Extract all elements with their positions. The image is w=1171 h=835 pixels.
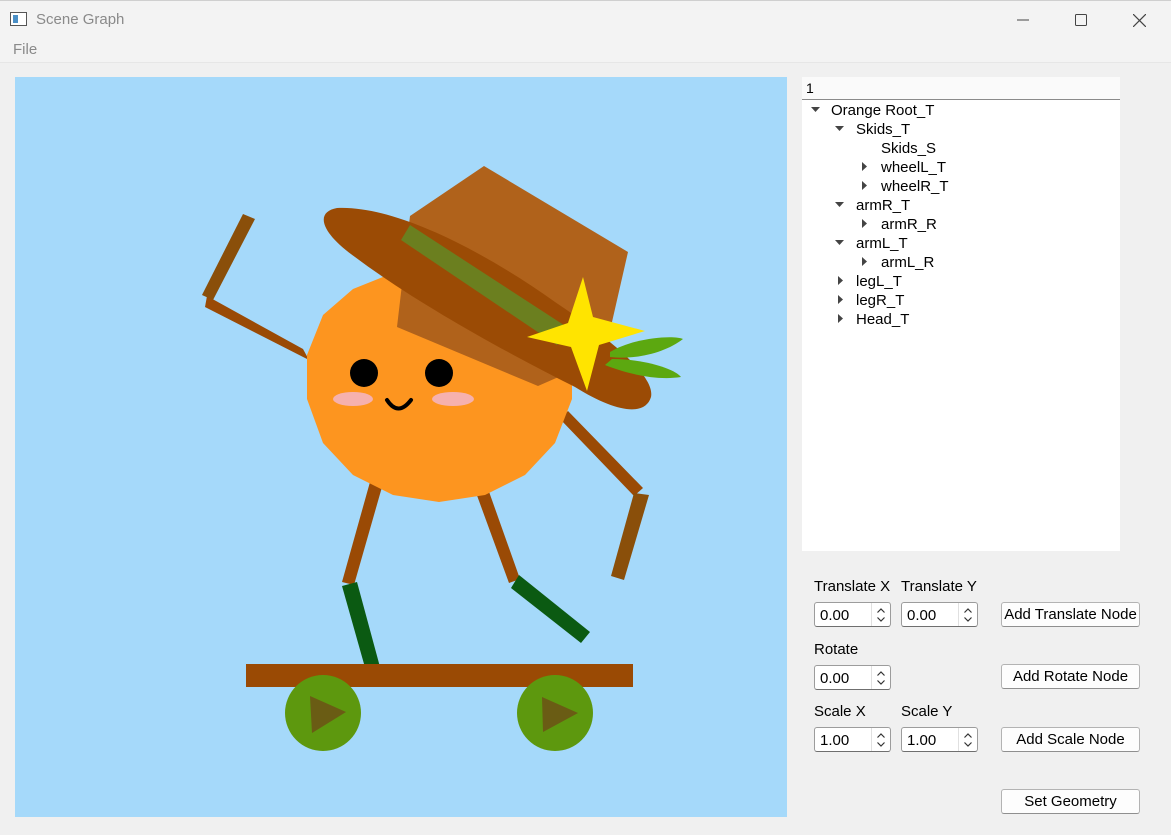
left-boot	[342, 582, 380, 671]
right-cheek	[432, 392, 474, 406]
scale-x-spinbox[interactable]: 1.00	[814, 727, 891, 752]
tree-node-label: Skids_S	[881, 140, 937, 157]
tree-node-label: wheelL_T	[881, 159, 947, 176]
scale-y-value: 1.00	[907, 732, 937, 749]
scale-x-value: 1.00	[820, 732, 850, 749]
menu-file[interactable]: File	[13, 41, 37, 58]
add-translate-node-button[interactable]: Add Translate Node	[1001, 602, 1140, 627]
maximize-icon	[1075, 14, 1087, 26]
left-eye	[350, 359, 378, 387]
app-icon	[10, 12, 27, 26]
add-rotate-node-button[interactable]: Add Rotate Node	[1001, 664, 1140, 689]
right-upper-arm	[560, 411, 643, 496]
set-geometry-button[interactable]: Set Geometry	[1001, 789, 1140, 814]
window-title: Scene Graph	[36, 11, 125, 28]
left-cheek	[333, 392, 373, 406]
spin-up-icon[interactable]	[877, 608, 885, 613]
tree-node-label: Skids_T	[856, 121, 911, 138]
scene-canvas[interactable]	[15, 77, 787, 817]
hat-leaf-1	[610, 337, 683, 358]
scale-x-label: Scale X	[814, 703, 866, 720]
tree-header[interactable]: 1	[802, 77, 1120, 100]
close-icon	[1132, 13, 1146, 27]
left-forearm	[202, 214, 255, 300]
close-button[interactable]	[1110, 1, 1168, 39]
expand-right-icon[interactable]	[838, 295, 844, 304]
tree-node-label: Orange Root_T	[831, 102, 935, 119]
scale-y-label: Scale Y	[901, 703, 953, 720]
tree-node-label: legR_T	[856, 292, 905, 309]
right-boot	[511, 575, 590, 643]
expand-down-icon[interactable]	[811, 107, 820, 113]
orange-skater-drawing	[202, 166, 683, 751]
add-scale-node-button[interactable]: Add Scale Node	[1001, 727, 1140, 752]
rotate-spinbox[interactable]: 0.00	[814, 665, 891, 690]
translate-y-value: 0.00	[907, 607, 937, 624]
spin-down-icon[interactable]	[877, 617, 885, 622]
translate-y-label: Translate Y	[901, 578, 977, 595]
tree-header-label: 1	[806, 80, 814, 96]
spin-up-icon[interactable]	[877, 733, 885, 738]
scale-y-spinbox[interactable]: 1.00	[901, 727, 978, 752]
tree-node-label: armL_R	[881, 254, 935, 271]
expand-right-icon[interactable]	[862, 257, 868, 266]
translate-x-value: 0.00	[820, 607, 850, 624]
spin-down-icon[interactable]	[964, 617, 972, 622]
spin-up-icon[interactable]	[877, 671, 885, 676]
minimize-icon	[1017, 19, 1029, 21]
right-forearm	[611, 493, 649, 580]
expand-right-icon[interactable]	[862, 162, 868, 171]
spin-arrows[interactable]	[871, 728, 890, 751]
tree-node-label: armR_R	[881, 216, 937, 233]
expand-right-icon[interactable]	[838, 276, 844, 285]
spin-up-icon[interactable]	[964, 733, 972, 738]
expand-down-icon[interactable]	[835, 240, 844, 246]
tree-node-label: wheelR_T	[881, 178, 949, 195]
spin-up-icon[interactable]	[964, 608, 972, 613]
scene-tree[interactable]: 1 Orange Root_T Skids_T Skids_S wheelL_T…	[802, 77, 1120, 551]
expand-down-icon[interactable]	[835, 202, 844, 208]
spin-arrows[interactable]	[871, 603, 890, 626]
right-eye	[425, 359, 453, 387]
translate-x-spinbox[interactable]: 0.00	[814, 602, 891, 627]
minimize-button[interactable]	[994, 1, 1052, 39]
tree-node-label: armR_T	[856, 197, 911, 214]
spin-down-icon[interactable]	[877, 742, 885, 747]
maximize-button[interactable]	[1052, 1, 1110, 39]
left-upper-leg	[342, 482, 382, 585]
menu-bar: File	[0, 38, 1171, 63]
tree-node-label: Head_T	[856, 311, 910, 328]
spin-arrows[interactable]	[958, 728, 977, 751]
tree-node-label: legL_T	[856, 273, 902, 290]
expand-right-icon[interactable]	[862, 219, 868, 228]
spin-arrows[interactable]	[958, 603, 977, 626]
title-bar: Scene Graph	[0, 0, 1171, 39]
left-upper-arm	[205, 296, 309, 360]
expand-right-icon[interactable]	[862, 181, 868, 190]
right-upper-leg	[475, 486, 520, 583]
translate-x-label: Translate X	[814, 578, 891, 595]
tree-node-label: armL_T	[856, 235, 908, 252]
expand-down-icon[interactable]	[835, 126, 844, 132]
spin-down-icon[interactable]	[877, 680, 885, 685]
translate-y-spinbox[interactable]: 0.00	[901, 602, 978, 627]
expand-right-icon[interactable]	[838, 314, 844, 323]
spin-down-icon[interactable]	[964, 742, 972, 747]
rotate-label: Rotate	[814, 641, 859, 658]
rotate-value: 0.00	[820, 670, 850, 687]
spin-arrows[interactable]	[871, 666, 890, 689]
